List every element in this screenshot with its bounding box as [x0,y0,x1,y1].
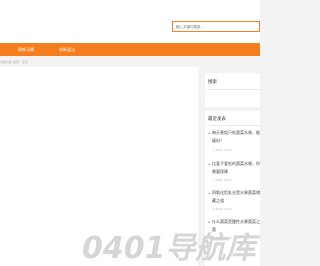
bullet-icon: • [208,131,211,136]
breadcrumb: 当前位置:首页 › 正文 [0,60,29,64]
nav-item-1[interactable]: 铸铁马桶 [18,43,34,56]
post-date-text: 2025-10-22 [215,236,232,240]
widget-divider [205,89,260,90]
recent-post-link[interactable]: 每天煮饭只吃蔬菜水果，能瘦吗？ [212,129,262,145]
header-bar [0,0,260,43]
bullet-icon: • [208,220,211,225]
nav-item-2[interactable]: 创新说法 [59,43,75,56]
recent-post-link[interactable]: 比爱子爱吃的蔬菜水果，你需要保障 [212,160,262,176]
search-widget-title: 搜索 [208,80,217,85]
post-date-text: 2025-10-22 [215,148,232,152]
main-content-area [0,67,198,266]
post-date-text: 2025-10-22 [215,207,232,211]
post-date: ◷ 2025-10-22 [212,178,232,182]
search-widget: 搜索 [205,73,260,107]
post-date: ◷ 2025-10-22 [212,236,232,240]
bullet-icon: • [208,162,211,167]
recent-post-link[interactable]: 四氧化铝乳业是水果蔬菜储藏之道 [212,189,262,205]
post-date: ◷ 2025-10-22 [212,148,232,152]
search-input[interactable] [172,21,260,32]
main-nav: 铸铁马桶 创新说法 [0,43,260,56]
post-date-text: 2025-10-22 [215,178,232,182]
recent-posts-widget: 最近发表 • 每天煮饭只吃蔬菜水果，能瘦吗？ ◷ 2025-10-22 • 比爱… [205,111,260,266]
bullet-icon: • [208,191,211,196]
post-date: ◷ 2025-10-22 [212,207,232,211]
recent-posts-title: 最近发表 [208,117,226,122]
recent-post-link[interactable]: 什么蔬菜是酸性水果蔬菜之蔬 [212,218,262,234]
widget-divider [205,125,260,126]
